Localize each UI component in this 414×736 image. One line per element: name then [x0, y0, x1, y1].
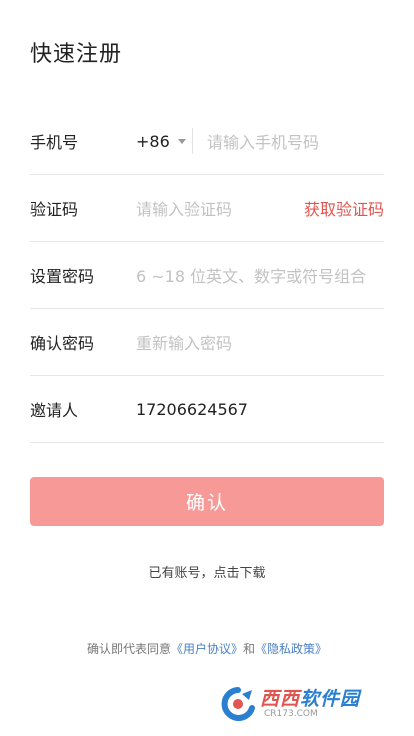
- agreement-prefix: 确认即代表同意: [86, 642, 171, 656]
- confirm-password-label: 确认密码: [30, 334, 95, 353]
- phone-label: 手机号: [30, 133, 79, 152]
- register-form: 手机号 +86 请输入手机号码 验证码 请输入验证码 获取验证码 设置密码 6 …: [30, 108, 384, 443]
- country-code-value: +86: [136, 131, 170, 151]
- watermark-logo-icon: [221, 687, 255, 721]
- confirm-password-row: 确认密码 重新输入密码: [30, 309, 384, 376]
- phone-row: 手机号 +86 请输入手机号码: [30, 108, 384, 175]
- code-row: 验证码 请输入验证码 获取验证码: [30, 175, 384, 242]
- agreement-and: 和: [243, 642, 256, 656]
- watermark-text: 西西软件园 CR173.COM: [260, 689, 360, 720]
- password-label: 设置密码: [30, 267, 95, 286]
- page-title: 快速注册: [30, 42, 123, 67]
- watermark: 西西软件园 CR173.COM: [218, 686, 396, 722]
- code-input[interactable]: 请输入验证码: [136, 196, 232, 220]
- agreement-text: 确认即代表同意《用户协议》和《隐私政策》: [0, 640, 414, 657]
- watermark-main: 西西软件园: [260, 687, 361, 710]
- divider: [192, 128, 193, 154]
- code-label: 验证码: [30, 200, 79, 219]
- phone-input[interactable]: 请输入手机号码: [207, 129, 319, 153]
- login-download-link[interactable]: 已有账号，点击下载: [0, 562, 414, 581]
- user-agreement-link[interactable]: 《用户协议》: [171, 642, 243, 656]
- get-code-button[interactable]: 获取验证码: [304, 196, 384, 220]
- watermark-sub: CR173.COM: [264, 708, 318, 719]
- confirm-button[interactable]: 确认: [30, 477, 384, 526]
- password-input[interactable]: 6 ~18 位英文、数字或符号组合: [136, 263, 366, 287]
- privacy-policy-link[interactable]: 《隐私政策》: [255, 642, 327, 656]
- country-code-select[interactable]: +86: [136, 132, 192, 151]
- inviter-label: 邀请人: [30, 401, 79, 420]
- caret-down-icon: [177, 138, 186, 144]
- password-row: 设置密码 6 ~18 位英文、数字或符号组合: [30, 242, 384, 309]
- inviter-row: 邀请人 17206624567: [30, 376, 384, 443]
- confirm-password-input[interactable]: 重新输入密码: [136, 330, 232, 354]
- inviter-input[interactable]: 17206624567: [136, 400, 248, 419]
- register-page: 快速注册 手机号 +86 请输入手机号码 验证码 请输入验证码 获取验证码 设置…: [0, 0, 414, 736]
